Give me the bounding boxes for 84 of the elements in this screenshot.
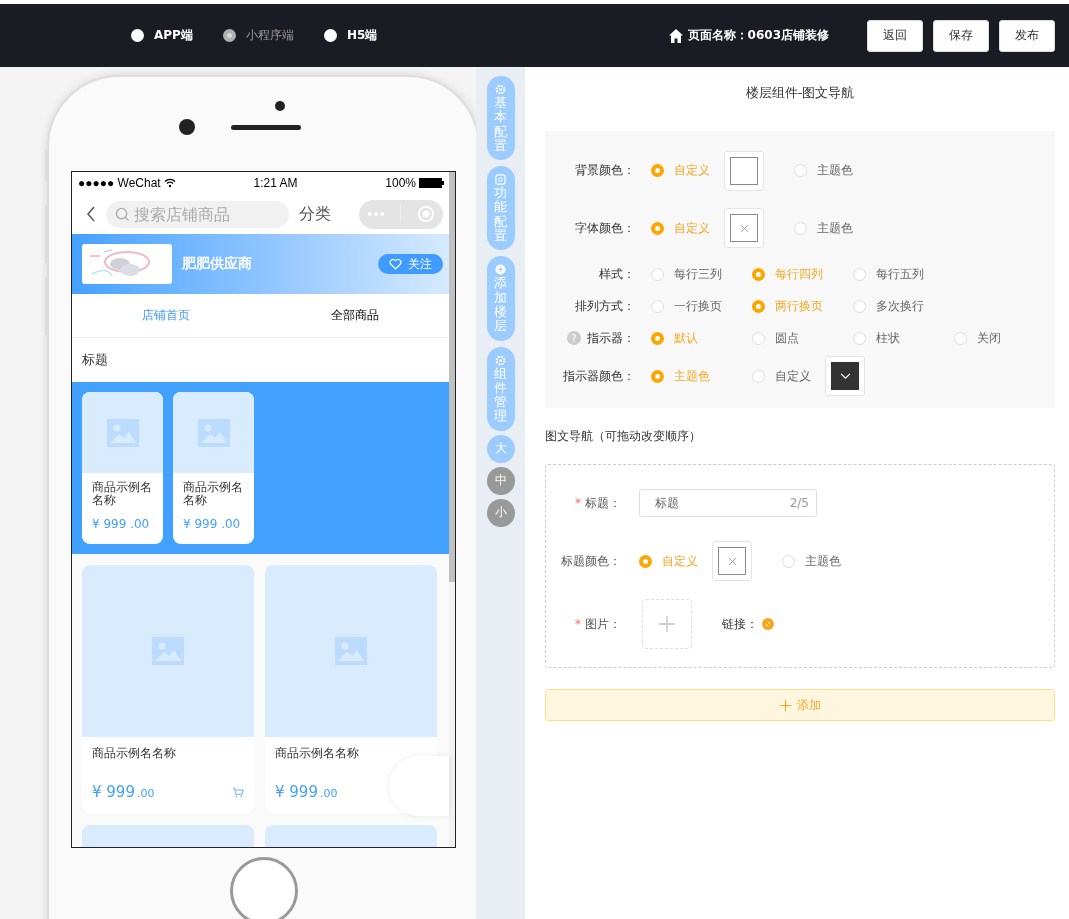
header-button[interactable]: 保存: [933, 19, 989, 52]
search-field[interactable]: 搜索店铺商品: [106, 200, 289, 228]
radio-option[interactable]: 每行五列: [853, 265, 954, 283]
plus-icon: [495, 264, 507, 276]
required-mark: *: [575, 617, 581, 631]
color-picker[interactable]: [724, 208, 764, 248]
field-label: 链接：: [722, 615, 758, 633]
search-icon: [115, 206, 130, 222]
store-tab[interactable]: 全部商品: [260, 294, 449, 337]
setting-label: 样式：: [599, 265, 635, 283]
carrier-label: ●●●●● WeChat: [78, 176, 161, 190]
setting-label: 排列方式：: [575, 297, 635, 315]
color-picker[interactable]: [825, 356, 865, 396]
sensor-dot: [274, 101, 285, 111]
radio-option[interactable]: 主题色: [782, 552, 883, 570]
store-name: 肥肥供应商: [182, 255, 252, 273]
panel-title: 楼层组件-图文导航: [744, 84, 856, 102]
setting-label: 背景颜色：: [575, 162, 635, 179]
platform-radio[interactable]: H5端: [323, 27, 378, 44]
setting-label: 指示器：: [587, 329, 635, 347]
status-time: 1:21 AM: [253, 176, 299, 190]
category-link[interactable]: 分类: [299, 203, 331, 225]
product-price: ¥ 999 .00: [182, 516, 242, 532]
image-placeholder-icon: [106, 418, 139, 447]
header-button[interactable]: 发布: [999, 19, 1055, 52]
product-name: 商品示例名名称: [274, 745, 360, 762]
platform-radio[interactable]: APP端: [131, 27, 193, 44]
radio-option[interactable]: 多次换行: [853, 297, 954, 315]
wifi-icon: [163, 178, 176, 188]
camera-dot: [178, 119, 195, 135]
product-price: ¥ 999.00: [275, 783, 338, 801]
required-mark: *: [575, 496, 581, 510]
section-heading: 图文导航（可拖动改变顺序）: [545, 428, 702, 445]
gear-icon: [495, 354, 507, 366]
image-upload[interactable]: [642, 599, 692, 649]
radio-option[interactable]: 关闭: [954, 329, 1055, 347]
radio-option[interactable]: 圆点: [752, 329, 853, 347]
cart-icon[interactable]: [232, 786, 244, 798]
chevron-down-icon: [839, 372, 851, 380]
product-price: ¥ 999.00: [92, 783, 155, 801]
gear-icon: [495, 84, 507, 95]
image-placeholder-icon: [335, 637, 367, 665]
store-tab[interactable]: 店铺首页: [72, 294, 261, 337]
setting-label: 指示器颜色：: [563, 367, 635, 385]
scrollbar[interactable]: [449, 172, 455, 582]
section-title: 标题: [72, 338, 449, 382]
color-picker[interactable]: [712, 541, 752, 581]
radio-option[interactable]: 主题色: [794, 162, 895, 179]
product-price: ¥ 999 .00: [91, 516, 151, 532]
nav-card[interactable]: 商品示例名名称 ¥ 999 .00: [82, 392, 163, 544]
field-label: 图片：: [585, 615, 621, 633]
radio-option[interactable]: 一行换页: [651, 297, 752, 315]
battery-percent: 100%: [385, 176, 416, 190]
product-card[interactable]: 商品示例名名称 ¥ 999.00: [82, 565, 254, 813]
radio-option[interactable]: 自定义: [752, 367, 811, 385]
product-name: 商品示例名名称: [182, 479, 244, 508]
heart-icon: [389, 258, 402, 270]
picture-icon: [495, 174, 507, 186]
field-label: 标题：: [585, 494, 621, 512]
setting-label: 字体颜色：: [575, 219, 635, 237]
platform-radio[interactable]: 小程序端: [222, 27, 294, 44]
radio-option[interactable]: 每行三列: [651, 265, 752, 283]
image-placeholder-icon: [152, 637, 184, 665]
speaker-slot: [230, 124, 301, 130]
product-name: 商品示例名名称: [91, 479, 153, 508]
menu-capsule[interactable]: [359, 199, 443, 229]
radio-option[interactable]: 主题色: [794, 219, 895, 237]
plus-icon: [659, 616, 675, 632]
radio-option[interactable]: 柱状: [853, 329, 954, 347]
link-icon[interactable]: [762, 618, 774, 630]
product-card[interactable]: 商品示例名名称 ¥ 999.00: [265, 565, 437, 813]
home-icon: [667, 27, 684, 44]
plus-icon: [779, 699, 791, 711]
header-button[interactable]: 返回: [867, 19, 923, 52]
battery-icon: [419, 178, 445, 188]
nav-card[interactable]: 商品示例名名称 ¥ 999 .00: [173, 392, 254, 544]
field-label: 标题颜色：: [561, 552, 621, 570]
image-placeholder-icon: [197, 418, 230, 447]
more-icon[interactable]: [366, 211, 385, 217]
color-picker[interactable]: [724, 150, 764, 191]
product-name: 商品示例名名称: [91, 745, 177, 762]
char-counter: 2/5: [789, 496, 809, 510]
back-icon[interactable]: [86, 206, 96, 222]
page-name: 页面名称：0603店铺装修: [687, 27, 829, 44]
